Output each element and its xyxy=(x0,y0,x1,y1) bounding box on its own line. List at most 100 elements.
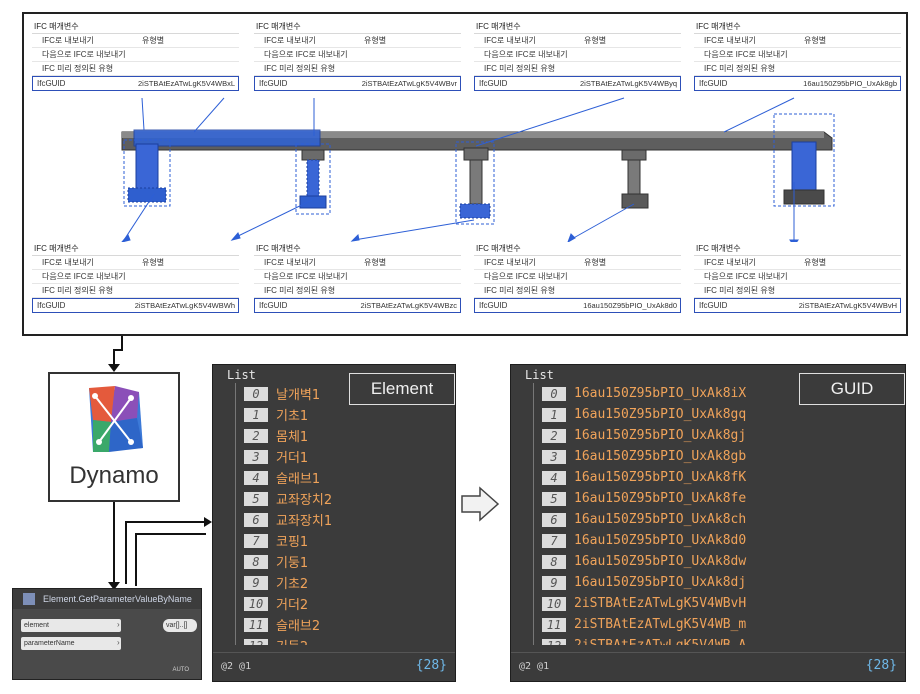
transform-arrow-icon xyxy=(461,486,500,522)
node-icon xyxy=(23,593,35,605)
list-item-value: 교좌장치2 xyxy=(276,493,333,508)
list-item-value: 거더2 xyxy=(276,598,309,613)
list-item-value: 날개벽1 xyxy=(276,388,321,403)
list-item-index: 10 xyxy=(244,596,268,611)
list-item[interactable]: 12 2iSTBAtEzATwLgK5V4WB_A xyxy=(534,635,897,645)
list-item-index: 4 xyxy=(244,470,268,485)
node-port-parametername[interactable]: parameterName xyxy=(21,637,121,650)
port-chevron-icon: › xyxy=(117,620,120,629)
node-port-element[interactable]: element xyxy=(21,619,121,632)
list-item-index: 9 xyxy=(244,575,268,590)
port-chevron-icon: › xyxy=(117,638,120,647)
connector-node-to-list xyxy=(125,521,206,584)
list-item[interactable]: 6 교좌장치1 xyxy=(236,509,447,530)
list-count: {28} xyxy=(415,658,447,673)
list-item-value: 슬래브2 xyxy=(276,619,321,634)
get-parameter-node[interactable]: Element.GetParameterValueByName element … xyxy=(12,588,202,680)
list-item-value: 16au150Z95bPIO_UxAk8iX xyxy=(574,386,747,401)
list-item-value: 기둥2 xyxy=(276,636,308,645)
list-count: {28} xyxy=(865,658,897,673)
list-item[interactable]: 3 16au150Z95bPIO_UxAk8gb xyxy=(534,446,897,467)
list-item-value: 16au150Z95bPIO_UxAk8gq xyxy=(574,407,747,422)
list-item[interactable]: 1 16au150Z95bPIO_UxAk8gq xyxy=(534,404,897,425)
list-item-index: 0 xyxy=(244,386,268,401)
list-item-index: 5 xyxy=(542,491,566,506)
connector-model-to-dynamo xyxy=(113,336,123,366)
list-item-value: 코핑1 xyxy=(276,535,309,550)
list-item-value: 16au150Z95bPIO_UxAk8fe xyxy=(574,491,747,506)
list-item[interactable]: 10 거더2 xyxy=(236,593,447,614)
list-item-value: 16au150Z95bPIO_UxAk8dw xyxy=(574,554,747,569)
list-item-index: 2 xyxy=(244,428,268,443)
list-item-value: 2iSTBAtEzATwLgK5V4WB_m xyxy=(574,617,747,632)
list-item[interactable]: 4 16au150Z95bPIO_UxAk8fK xyxy=(534,467,897,488)
list-header: List xyxy=(525,368,554,382)
list-item[interactable]: 5 16au150Z95bPIO_UxAk8fe xyxy=(534,488,897,509)
list-item[interactable]: 8 16au150Z95bPIO_UxAk8dw xyxy=(534,551,897,572)
list-item[interactable]: 3 거더1 xyxy=(236,446,447,467)
list-item-index: 7 xyxy=(244,533,268,548)
arrowhead-dynamo xyxy=(108,364,120,372)
list-item-index: 6 xyxy=(244,512,268,527)
list-item-index: 7 xyxy=(542,533,566,548)
list-item-value: 기둥1 xyxy=(276,556,309,571)
list-item-value: 16au150Z95bPIO_UxAk8d0 xyxy=(574,533,747,548)
list-item-value: 16au150Z95bPIO_UxAk8ch xyxy=(574,512,747,527)
node-lacing-mode[interactable]: AUTO xyxy=(172,667,189,673)
list-item-index: 0 xyxy=(542,386,566,401)
arrowhead-list xyxy=(204,517,212,527)
list-item[interactable]: 2 16au150Z95bPIO_UxAk8gj xyxy=(534,425,897,446)
list-item-value: 거더1 xyxy=(276,451,309,466)
list-item-index: 6 xyxy=(542,512,566,527)
list-item-value: 16au150Z95bPIO_UxAk8gj xyxy=(574,428,747,443)
list-item[interactable]: 0 날개벽1 xyxy=(236,383,447,404)
list-item-value: 교좌장치1 xyxy=(276,514,333,529)
guid-list-panel[interactable]: List GUID 0 16au150Z95bPIO_UxAk8iX 1 16au15… xyxy=(510,364,906,682)
list-item-value: 몸체1 xyxy=(276,430,309,445)
list-item-value: 기초1 xyxy=(276,409,309,424)
list-item[interactable]: 6 16au150Z95bPIO_UxAk8ch xyxy=(534,509,897,530)
node-output-port[interactable]: var[]..[] xyxy=(163,619,197,632)
list-item[interactable]: 5 교좌장치2 xyxy=(236,488,447,509)
list-item-index: 2 xyxy=(542,428,566,443)
list-item[interactable]: 1 기초1 xyxy=(236,404,447,425)
list-item[interactable]: 11 2iSTBAtEzATwLgK5V4WB_m xyxy=(534,614,897,635)
list-item[interactable]: 4 슬래브1 xyxy=(236,467,447,488)
list-item-value: 16au150Z95bPIO_UxAk8fK xyxy=(574,470,747,485)
list-item-index: 10 xyxy=(542,596,566,611)
list-item-index: 4 xyxy=(542,470,566,485)
list-item-value: 2iSTBAtEzATwLgK5V4WBvH xyxy=(574,596,747,611)
list-item[interactable]: 11 슬래브2 xyxy=(236,614,447,635)
node-title: Element.GetParameterValueByName xyxy=(13,589,201,609)
list-levels: @2 @1 xyxy=(519,661,550,672)
list-levels: @2 @1 xyxy=(221,661,252,672)
list-item-index: 3 xyxy=(244,449,268,464)
list-item-value: 2iSTBAtEzATwLgK5V4WB_A xyxy=(574,638,746,645)
element-items[interactable]: 0 날개벽1 1 기초1 2 몸체1 3 거더1 4 슬래브1 5 교좌장치2 6 교좌장치1 7 코핑1 8 기… xyxy=(235,383,447,645)
list-item[interactable]: 9 16au150Z95bPIO_UxAk8dj xyxy=(534,572,897,593)
list-item-value: 16au150Z95bPIO_UxAk8gb xyxy=(574,449,747,464)
list-footer: @2 @1 {28} xyxy=(213,652,455,681)
list-item-index: 12 xyxy=(542,638,566,645)
list-item[interactable]: 8 기둥1 xyxy=(236,551,447,572)
list-item-index: 12 xyxy=(244,638,268,645)
list-item[interactable]: 0 16au150Z95bPIO_UxAk8iX xyxy=(534,383,897,404)
connector-list-to-node-loop xyxy=(135,533,206,586)
list-item[interactable]: 7 코핑1 xyxy=(236,530,447,551)
element-list-panel[interactable]: List Element 0 날개벽1 1 기초1 2 몸체1 3 거더1 4 슬래브1 5 교좌장치… xyxy=(212,364,456,682)
list-item[interactable]: 2 몸체1 xyxy=(236,425,447,446)
list-item-index: 1 xyxy=(542,407,566,422)
list-item[interactable]: 10 2iSTBAtEzATwLgK5V4WBvH xyxy=(534,593,897,614)
dynamo-label: Dynamo xyxy=(69,462,159,489)
dynamo-app-card: Dynamo xyxy=(48,372,180,502)
list-item-index: 11 xyxy=(542,617,566,632)
list-item-index: 9 xyxy=(542,575,566,590)
list-item[interactable]: 12 기둥2 xyxy=(236,635,447,645)
list-item[interactable]: 9 기초2 xyxy=(236,572,447,593)
list-item-index: 3 xyxy=(542,449,566,464)
list-item-index: 11 xyxy=(244,617,268,632)
guid-items[interactable]: 0 16au150Z95bPIO_UxAk8iX 1 16au150Z95bPIO_U… xyxy=(533,383,897,645)
list-item[interactable]: 7 16au150Z95bPIO_UxAk8d0 xyxy=(534,530,897,551)
list-item-index: 1 xyxy=(244,407,268,422)
list-item-value: 슬래브1 xyxy=(276,472,321,487)
